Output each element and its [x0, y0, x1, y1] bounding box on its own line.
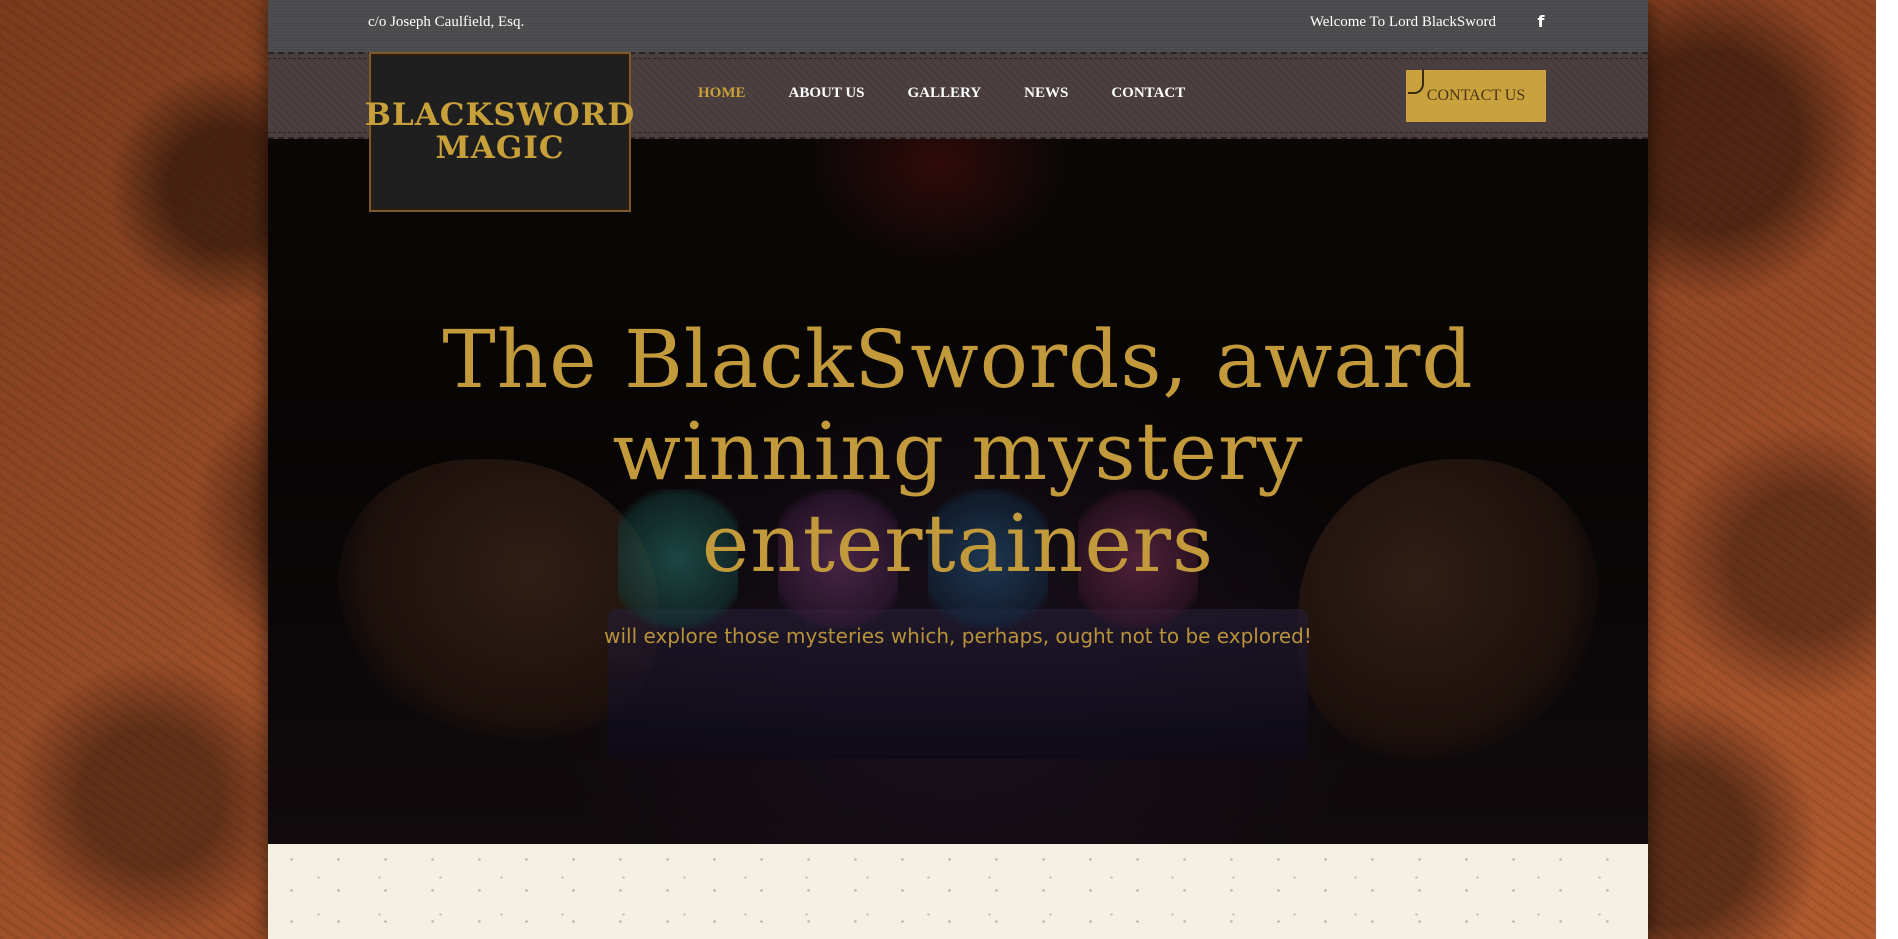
- hero-banner: The BlackSwords, award winning mystery e…: [268, 139, 1648, 844]
- hero-title-line-2: winning mystery: [612, 405, 1304, 498]
- nav-item-gallery[interactable]: GALLERY: [908, 85, 982, 102]
- top-bar: c/o Joseph Caulfield, Esq. Welcome To Lo…: [268, 0, 1648, 52]
- site-logo[interactable]: BLACKSWORD MAGIC: [365, 52, 634, 212]
- facebook-icon[interactable]: f: [1534, 12, 1548, 32]
- logo-line-2: MAGIC: [435, 130, 565, 166]
- welcome-text: Welcome To Lord BlackSword: [1309, 14, 1496, 30]
- logo-line-1: BLACKSWORD: [364, 97, 636, 133]
- page-container: c/o Joseph Caulfield, Esq. Welcome To Lo…: [268, 0, 1648, 939]
- main-nav: HOME ABOUT US GALLERY NEWS CONTACT: [698, 85, 1185, 102]
- address-text: c/o Joseph Caulfield, Esq.: [368, 14, 525, 30]
- hero-title: The BlackSwords, award winning mystery e…: [268, 314, 1648, 590]
- background-edge: [1876, 0, 1898, 939]
- swirl-ornament-icon: [1408, 70, 1424, 94]
- nav-item-contact[interactable]: CONTACT: [1111, 85, 1185, 102]
- hero-title-line-1: The BlackSwords, award: [442, 313, 1474, 406]
- content-section: [268, 844, 1648, 939]
- nav-item-news[interactable]: NEWS: [1024, 85, 1068, 102]
- nav-item-home[interactable]: HOME: [698, 85, 746, 102]
- contact-us-label: CONTACT US: [1426, 87, 1526, 104]
- hero-title-line-3: entertainers: [701, 497, 1215, 590]
- hero-subtitle: will explore those mysteries which, perh…: [604, 624, 1312, 648]
- nav-item-about-us[interactable]: ABOUT US: [789, 85, 865, 102]
- contact-us-button[interactable]: CONTACT US: [1406, 70, 1546, 122]
